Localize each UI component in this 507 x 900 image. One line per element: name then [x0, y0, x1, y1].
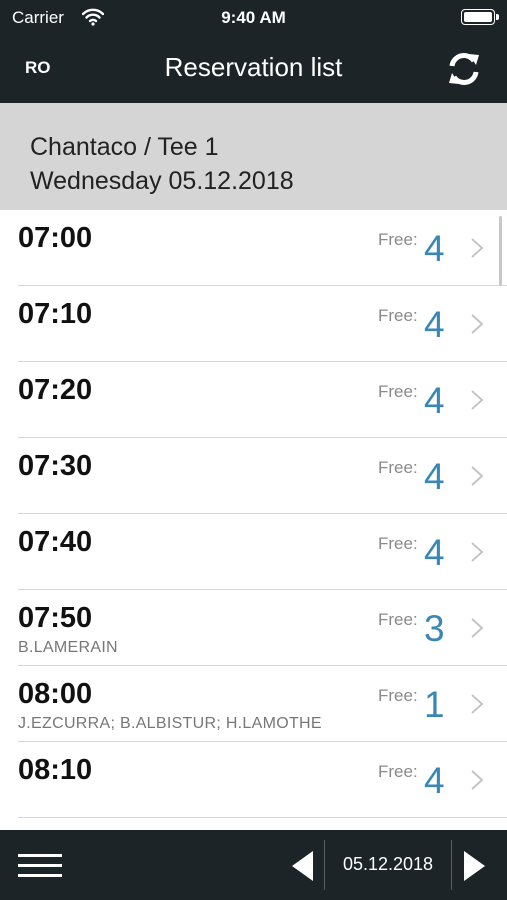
list-item[interactable]: 07:00 Free: 4: [0, 210, 507, 286]
chevron-right-icon: [470, 389, 484, 416]
slot-players: J.EZCURRA; B.ALBISTUR; H.LAMOTHE: [18, 715, 322, 732]
free-count: 1: [424, 684, 445, 725]
free-label: Free:: [378, 458, 418, 477]
slot-time: 07:30: [18, 450, 93, 482]
free-count: 4: [424, 228, 445, 269]
list-item[interactable]: 08:10 Free: 4: [0, 742, 507, 818]
hamburger-menu-icon[interactable]: [18, 854, 62, 878]
toolbar-divider: [324, 840, 325, 890]
chevron-right-icon: [470, 313, 484, 340]
free-label: Free:: [378, 382, 418, 401]
triangle-right-icon[interactable]: [463, 851, 485, 886]
current-date-button[interactable]: 05.12.2018: [326, 854, 450, 875]
chevron-right-icon: [470, 465, 484, 492]
course-name: Chantaco / Tee 1: [30, 133, 219, 161]
chevron-right-icon: [470, 237, 484, 264]
slot-time: 07:50: [18, 602, 93, 634]
free-count: 4: [424, 304, 445, 345]
chevron-right-icon: [470, 617, 484, 644]
list-item[interactable]: 07:40 Free: 4: [0, 514, 507, 590]
list-item[interactable]: 08:00 J.EZCURRA; B.ALBISTUR; H.LAMOTHE F…: [0, 666, 507, 742]
status-bar: Carrier 9:40 AM: [0, 0, 507, 34]
status-time: 9:40 AM: [221, 8, 286, 27]
chevron-right-icon: [470, 693, 484, 720]
scrollbar[interactable]: [499, 216, 502, 286]
free-label: Free:: [378, 686, 418, 705]
navigation-bar: RO Reservation list: [0, 34, 507, 103]
course-header: Chantaco / Tee 1 Wednesday 05.12.2018: [0, 103, 507, 210]
free-label: Free:: [378, 762, 418, 781]
battery-icon: [461, 9, 499, 25]
free-count: 4: [424, 532, 445, 573]
triangle-left-icon[interactable]: [292, 851, 314, 886]
free-label: Free:: [378, 306, 418, 325]
reservation-list[interactable]: 07:00 Free: 4 07:10 Free: 4 07:20 Free: …: [0, 210, 507, 830]
slot-time: 07:40: [18, 526, 93, 558]
slot-time: 07:00: [18, 222, 93, 254]
free-count: 4: [424, 760, 445, 801]
list-item[interactable]: 07:10 Free: 4: [0, 286, 507, 362]
slot-players: B.LAMERAIN: [18, 639, 118, 656]
free-count: 3: [424, 608, 445, 649]
free-count: 4: [424, 380, 445, 421]
row-divider: [18, 817, 507, 818]
toolbar-divider: [451, 840, 452, 890]
refresh-icon[interactable]: [445, 50, 483, 93]
chevron-right-icon: [470, 541, 484, 568]
slot-time: 07:20: [18, 374, 93, 406]
chevron-right-icon: [470, 769, 484, 796]
list-item[interactable]: 07:30 Free: 4: [0, 438, 507, 514]
slot-time: 08:00: [18, 678, 93, 710]
list-item[interactable]: 07:50 B.LAMERAIN Free: 3: [0, 590, 507, 666]
bottom-toolbar: 05.12.2018: [0, 830, 507, 900]
header-date: Wednesday 05.12.2018: [30, 167, 294, 195]
free-label: Free:: [378, 230, 418, 249]
free-label: Free:: [378, 610, 418, 629]
list-item[interactable]: 07:20 Free: 4: [0, 362, 507, 438]
slot-time: 07:10: [18, 298, 93, 330]
page-title: Reservation list: [164, 52, 343, 82]
free-label: Free:: [378, 534, 418, 553]
free-count: 4: [424, 456, 445, 497]
slot-time: 08:10: [18, 754, 93, 786]
